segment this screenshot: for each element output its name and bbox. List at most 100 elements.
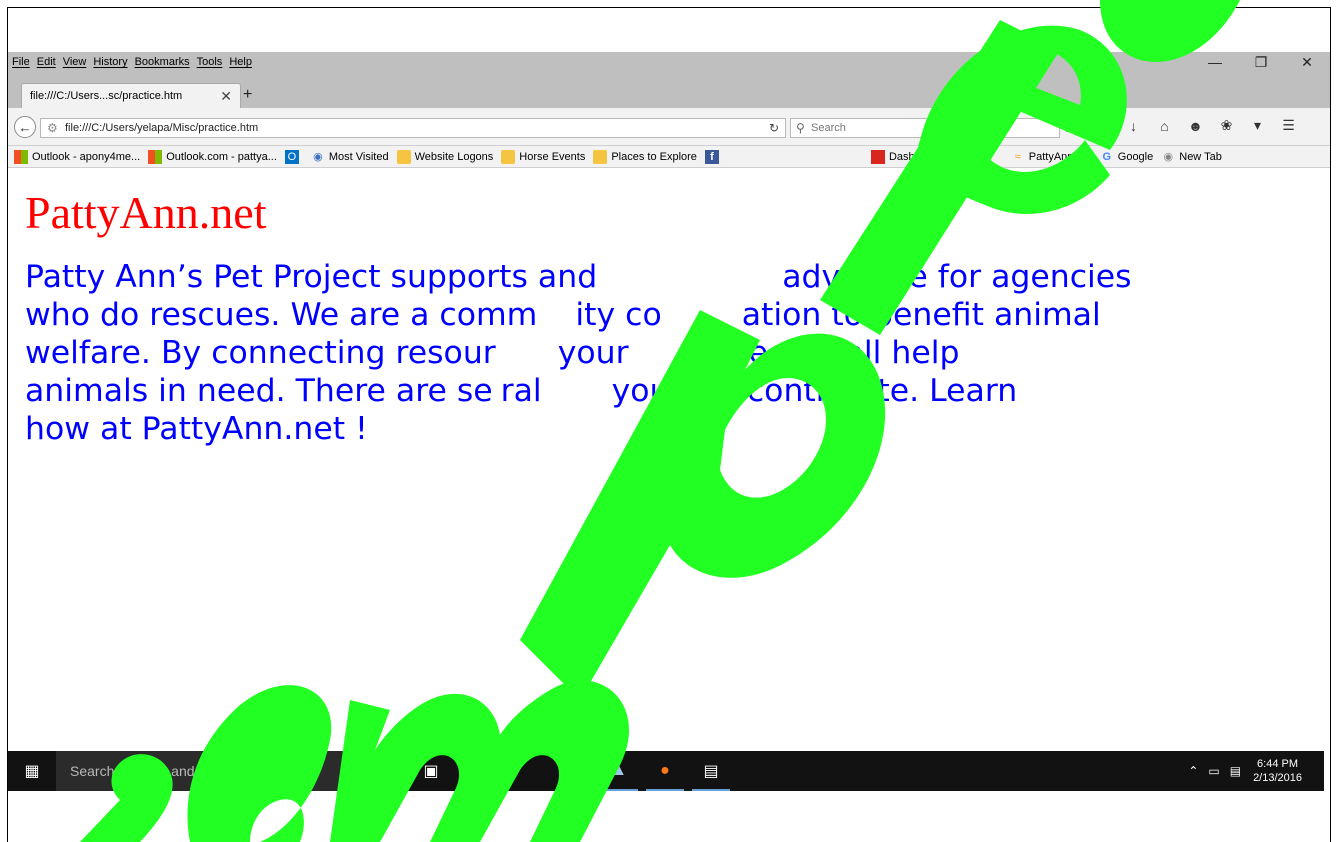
url-text: file:///C:/Users/yelapa/Misc/practice.ht… <box>65 122 259 134</box>
google-icon: G <box>1102 150 1112 163</box>
navigation-bar: ← ⚙ file:///C:/Users/yelapa/Misc/practic… <box>8 108 1330 146</box>
intro-text: how at PattyAnn.net ! <box>25 411 368 447</box>
hamburger-menu-icon[interactable]: ☰ <box>1273 117 1304 134</box>
windows-logo-icon: ▦ <box>24 763 40 780</box>
pocket-icon[interactable]: ▼ <box>1087 118 1118 134</box>
folder-icon <box>396 149 411 164</box>
bookmark-places-to-explore[interactable]: Places to Explore <box>593 149 697 164</box>
tray-chevron-icon[interactable]: ⌃ <box>1188 764 1198 778</box>
bookmark-outlook-3[interactable]: O <box>284 149 303 164</box>
search-placeholder: Search <box>811 122 846 134</box>
battery-icon[interactable]: ▭ <box>1208 764 1219 778</box>
page-title: PattyAnn.net <box>25 187 267 238</box>
bookmark-outlook-1[interactable]: Outlook - apony4me... <box>14 149 141 164</box>
menu-help[interactable]: Help <box>229 56 252 68</box>
window-controls: — ❐ ✕ <box>1192 52 1330 72</box>
rss-icon: ≈ <box>1014 150 1021 163</box>
bookmark-horse-events[interactable]: Horse Events <box>501 149 585 164</box>
reload-icon[interactable]: ↻ <box>769 121 779 135</box>
menu-list: File Edit View History Bookmarks Tools H… <box>8 56 259 68</box>
restore-button[interactable]: ❐ <box>1238 52 1284 72</box>
bookmark-outlook-2[interactable]: Outlook.com - pattya... <box>148 149 277 164</box>
intro-line-1: Patty Ann’s Pet Project supports and advo… <box>25 258 1315 296</box>
home-icon[interactable]: ⌂ <box>1149 118 1180 134</box>
clock-time: 6:44 PM <box>1257 758 1299 770</box>
bookmark-label: Most Visited <box>328 150 389 163</box>
intro-text: you c <box>611 373 697 409</box>
extension-icon[interactable]: ❀ <box>1211 117 1242 134</box>
bookmark-label: Outlook.com - pattya... <box>166 150 277 163</box>
newtab-icon: ◉ <box>1163 150 1174 163</box>
search-box[interactable]: ⚲ Search <box>790 118 1060 138</box>
folder-icon <box>593 149 608 164</box>
intro-text: ation to benefit animal <box>741 297 1101 333</box>
intro-text: e can all help <box>748 335 960 371</box>
notification-icon[interactable]: ▤ <box>1230 764 1241 778</box>
intro-text: animals in need. There are se <box>25 373 493 409</box>
taskbar-search[interactable]: Search the web and Windows <box>56 751 396 791</box>
bookmark-label: Website Logons <box>414 150 494 163</box>
close-window-button[interactable]: ✕ <box>1284 52 1330 72</box>
intro-text: ity co <box>575 297 662 333</box>
menu-history[interactable]: History <box>93 56 127 68</box>
intro-line-2: who do rescues. We are a comm ity co ation… <box>25 296 1315 334</box>
taskbar-clock[interactable]: 6:44 PM 2/13/2016 <box>1253 757 1302 785</box>
tab-practice[interactable]: file:///C:/Users...sc/practice.htm ✕ <box>21 83 241 108</box>
toolbar-icons: ▤ ▼ ↓ ⌂ ☻ ❀ ▾ ☰ <box>1056 117 1304 134</box>
intro-text: ral <box>500 373 542 409</box>
bookmark-website-logons[interactable]: Website Logons <box>396 149 494 164</box>
bookmark-label: Google <box>1117 150 1154 163</box>
task-view-button[interactable]: ▣ <box>408 751 454 791</box>
taskbar-app-explorer[interactable]: ▲ <box>596 751 642 791</box>
notepad-icon: ▤ <box>703 763 719 780</box>
page-content: PattyAnn.net Patty Ann’s Pet Project sup… <box>25 186 1315 448</box>
menu-view[interactable]: View <box>63 56 87 68</box>
site-info-icon[interactable]: ⚙ <box>47 121 58 135</box>
taskbar-app-notepad[interactable]: ▤ <box>688 751 734 791</box>
minimize-button[interactable]: — <box>1192 52 1238 72</box>
intro-text: Patty Ann’s Pet Project supports and <box>25 259 598 295</box>
bookmark-dashboard[interactable]: Dashboard <box>870 149 943 164</box>
intro-text: your <box>557 335 629 371</box>
bookmark-google[interactable]: G Google <box>1100 150 1153 164</box>
system-tray: ⌃ ▭ ▤ 6:44 PM 2/13/2016 <box>1178 751 1302 791</box>
intro-line-5: how at PattyAnn.net ! <box>25 410 1315 448</box>
bookmark-most-visited[interactable]: ◉ Most Visited <box>311 150 389 164</box>
taskbar-app-firefox[interactable]: ● <box>642 751 688 791</box>
back-arrow-icon: ← <box>18 119 32 135</box>
reader-list-icon[interactable]: ▤ <box>1056 117 1087 134</box>
bookmarks-bar: Outlook - apony4me... Outlook.com - patt… <box>8 146 1330 168</box>
outlook-icon: O <box>284 149 299 164</box>
bookmark-pattyann[interactable]: ≈ PattyAnn.net <box>1011 150 1092 164</box>
back-button[interactable]: ← <box>14 116 36 138</box>
bookmark-facebook[interactable]: f <box>704 149 723 164</box>
bookmark-new-tab[interactable]: ◉ New Tab <box>1161 150 1221 164</box>
search-icon: ⚲ <box>796 121 805 135</box>
menu-edit[interactable]: Edit <box>37 56 56 68</box>
taskbar-apps: ▣ ■ ▲ ● ▤ <box>408 751 734 791</box>
menu-tools[interactable]: Tools <box>197 56 223 68</box>
microsoft-icon <box>148 149 163 164</box>
new-tab-button[interactable]: + <box>243 86 252 104</box>
menu-bookmarks[interactable]: Bookmarks <box>135 56 190 68</box>
menu-file[interactable]: File <box>12 56 30 68</box>
folder-icon <box>501 149 516 164</box>
tab-title: file:///C:/Users...sc/practice.htm <box>30 90 183 102</box>
bookmark-label: Outlook - apony4me... <box>32 150 141 163</box>
facebook-icon: f <box>704 149 719 164</box>
intro-text: advocate for agencies <box>782 259 1132 295</box>
clock-date: 2/13/2016 <box>1253 772 1302 784</box>
tab-close-icon[interactable]: ✕ <box>220 88 232 105</box>
overflow-chevron-icon[interactable]: ▾ <box>1242 117 1273 134</box>
taskbar-app-outlook[interactable]: ■ <box>550 751 596 791</box>
intro-line-4: animals in need. There are se ral you c n c… <box>25 372 1315 410</box>
bookmark-label: Dashboard <box>888 150 943 163</box>
hello-icon[interactable]: ☻ <box>1180 118 1211 134</box>
download-icon[interactable]: ↓ <box>1118 118 1149 134</box>
start-button[interactable]: ▦ <box>8 761 56 781</box>
intro-text: who do rescues. We are a comm <box>25 297 538 333</box>
intro-text: n contribute. Learn <box>716 373 1018 409</box>
task-view-icon: ▣ <box>423 763 439 780</box>
url-bar[interactable]: ⚙ file:///C:/Users/yelapa/Misc/practice.… <box>40 118 786 138</box>
tab-bar: file:///C:/Users...sc/practice.htm ✕ + <box>8 72 1330 108</box>
